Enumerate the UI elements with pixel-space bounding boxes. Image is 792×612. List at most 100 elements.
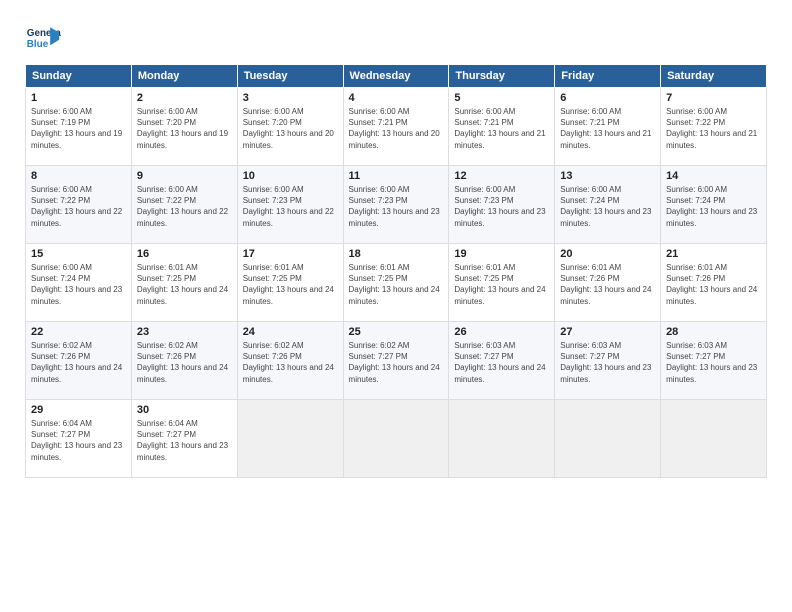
calendar-cell <box>449 400 555 478</box>
day-number: 28 <box>666 326 761 338</box>
day-info: Sunrise: 6:04 AMSunset: 7:27 PMDaylight:… <box>137 419 228 462</box>
day-info: Sunrise: 6:00 AMSunset: 7:19 PMDaylight:… <box>31 107 122 150</box>
day-info: Sunrise: 6:01 AMSunset: 7:25 PMDaylight:… <box>454 263 545 306</box>
calendar-cell: 21 Sunrise: 6:01 AMSunset: 7:26 PMDaylig… <box>661 244 767 322</box>
day-info: Sunrise: 6:00 AMSunset: 7:24 PMDaylight:… <box>31 263 122 306</box>
day-info: Sunrise: 6:00 AMSunset: 7:21 PMDaylight:… <box>349 107 440 150</box>
calendar-cell: 12 Sunrise: 6:00 AMSunset: 7:23 PMDaylig… <box>449 166 555 244</box>
calendar-cell: 4 Sunrise: 6:00 AMSunset: 7:21 PMDayligh… <box>343 88 449 166</box>
day-number: 24 <box>243 326 338 338</box>
day-number: 26 <box>454 326 549 338</box>
day-number: 22 <box>31 326 126 338</box>
calendar-cell: 11 Sunrise: 6:00 AMSunset: 7:23 PMDaylig… <box>343 166 449 244</box>
day-number: 17 <box>243 248 338 260</box>
day-number: 7 <box>666 92 761 104</box>
weekday-sunday: Sunday <box>26 65 132 88</box>
weekday-thursday: Thursday <box>449 65 555 88</box>
weekday-tuesday: Tuesday <box>237 65 343 88</box>
calendar-cell: 9 Sunrise: 6:00 AMSunset: 7:22 PMDayligh… <box>131 166 237 244</box>
calendar-cell <box>343 400 449 478</box>
day-number: 9 <box>137 170 232 182</box>
day-number: 25 <box>349 326 444 338</box>
day-info: Sunrise: 6:00 AMSunset: 7:20 PMDaylight:… <box>137 107 228 150</box>
calendar-cell: 14 Sunrise: 6:00 AMSunset: 7:24 PMDaylig… <box>661 166 767 244</box>
calendar-cell: 23 Sunrise: 6:02 AMSunset: 7:26 PMDaylig… <box>131 322 237 400</box>
day-info: Sunrise: 6:03 AMSunset: 7:27 PMDaylight:… <box>454 341 545 384</box>
day-number: 2 <box>137 92 232 104</box>
day-number: 12 <box>454 170 549 182</box>
header: General Blue <box>25 20 767 56</box>
day-info: Sunrise: 6:00 AMSunset: 7:23 PMDaylight:… <box>454 185 545 228</box>
calendar-cell: 20 Sunrise: 6:01 AMSunset: 7:26 PMDaylig… <box>555 244 661 322</box>
day-info: Sunrise: 6:01 AMSunset: 7:26 PMDaylight:… <box>666 263 757 306</box>
calendar-cell: 16 Sunrise: 6:01 AMSunset: 7:25 PMDaylig… <box>131 244 237 322</box>
day-number: 8 <box>31 170 126 182</box>
logo: General Blue <box>25 20 65 56</box>
day-info: Sunrise: 6:02 AMSunset: 7:26 PMDaylight:… <box>31 341 122 384</box>
day-info: Sunrise: 6:04 AMSunset: 7:27 PMDaylight:… <box>31 419 122 462</box>
day-number: 11 <box>349 170 444 182</box>
day-number: 3 <box>243 92 338 104</box>
day-number: 1 <box>31 92 126 104</box>
svg-text:Blue: Blue <box>27 39 49 50</box>
weekday-friday: Friday <box>555 65 661 88</box>
day-number: 27 <box>560 326 655 338</box>
day-info: Sunrise: 6:01 AMSunset: 7:25 PMDaylight:… <box>137 263 228 306</box>
calendar-cell: 28 Sunrise: 6:03 AMSunset: 7:27 PMDaylig… <box>661 322 767 400</box>
calendar-cell: 18 Sunrise: 6:01 AMSunset: 7:25 PMDaylig… <box>343 244 449 322</box>
day-info: Sunrise: 6:02 AMSunset: 7:27 PMDaylight:… <box>349 341 440 384</box>
calendar-cell <box>237 400 343 478</box>
weekday-header-row: SundayMondayTuesdayWednesdayThursdayFrid… <box>26 65 767 88</box>
day-info: Sunrise: 6:00 AMSunset: 7:22 PMDaylight:… <box>666 107 757 150</box>
calendar-cell <box>661 400 767 478</box>
day-info: Sunrise: 6:00 AMSunset: 7:22 PMDaylight:… <box>31 185 122 228</box>
calendar-cell: 24 Sunrise: 6:02 AMSunset: 7:26 PMDaylig… <box>237 322 343 400</box>
day-info: Sunrise: 6:02 AMSunset: 7:26 PMDaylight:… <box>137 341 228 384</box>
calendar-table: SundayMondayTuesdayWednesdayThursdayFrid… <box>25 64 767 478</box>
calendar-cell: 8 Sunrise: 6:00 AMSunset: 7:22 PMDayligh… <box>26 166 132 244</box>
day-number: 15 <box>31 248 126 260</box>
calendar-cell: 26 Sunrise: 6:03 AMSunset: 7:27 PMDaylig… <box>449 322 555 400</box>
day-number: 10 <box>243 170 338 182</box>
day-number: 21 <box>666 248 761 260</box>
day-number: 6 <box>560 92 655 104</box>
calendar-cell: 1 Sunrise: 6:00 AMSunset: 7:19 PMDayligh… <box>26 88 132 166</box>
day-info: Sunrise: 6:00 AMSunset: 7:23 PMDaylight:… <box>243 185 334 228</box>
day-number: 5 <box>454 92 549 104</box>
calendar-cell: 25 Sunrise: 6:02 AMSunset: 7:27 PMDaylig… <box>343 322 449 400</box>
weekday-wednesday: Wednesday <box>343 65 449 88</box>
weekday-saturday: Saturday <box>661 65 767 88</box>
calendar-cell: 2 Sunrise: 6:00 AMSunset: 7:20 PMDayligh… <box>131 88 237 166</box>
calendar-cell <box>555 400 661 478</box>
calendar-week-row: 8 Sunrise: 6:00 AMSunset: 7:22 PMDayligh… <box>26 166 767 244</box>
calendar-cell: 5 Sunrise: 6:00 AMSunset: 7:21 PMDayligh… <box>449 88 555 166</box>
calendar-week-row: 29 Sunrise: 6:04 AMSunset: 7:27 PMDaylig… <box>26 400 767 478</box>
calendar-week-row: 15 Sunrise: 6:00 AMSunset: 7:24 PMDaylig… <box>26 244 767 322</box>
day-info: Sunrise: 6:02 AMSunset: 7:26 PMDaylight:… <box>243 341 334 384</box>
calendar-cell: 27 Sunrise: 6:03 AMSunset: 7:27 PMDaylig… <box>555 322 661 400</box>
calendar-cell: 6 Sunrise: 6:00 AMSunset: 7:21 PMDayligh… <box>555 88 661 166</box>
day-info: Sunrise: 6:00 AMSunset: 7:21 PMDaylight:… <box>454 107 545 150</box>
calendar-cell: 19 Sunrise: 6:01 AMSunset: 7:25 PMDaylig… <box>449 244 555 322</box>
calendar-cell: 29 Sunrise: 6:04 AMSunset: 7:27 PMDaylig… <box>26 400 132 478</box>
day-number: 30 <box>137 404 232 416</box>
calendar-cell: 7 Sunrise: 6:00 AMSunset: 7:22 PMDayligh… <box>661 88 767 166</box>
day-info: Sunrise: 6:01 AMSunset: 7:25 PMDaylight:… <box>349 263 440 306</box>
page: General Blue SundayMondayTuesdayWednesda… <box>0 0 792 612</box>
day-number: 13 <box>560 170 655 182</box>
calendar-cell: 10 Sunrise: 6:00 AMSunset: 7:23 PMDaylig… <box>237 166 343 244</box>
day-number: 4 <box>349 92 444 104</box>
day-number: 14 <box>666 170 761 182</box>
logo-icon: General Blue <box>25 20 61 56</box>
day-info: Sunrise: 6:00 AMSunset: 7:21 PMDaylight:… <box>560 107 651 150</box>
day-info: Sunrise: 6:00 AMSunset: 7:24 PMDaylight:… <box>560 185 651 228</box>
day-number: 20 <box>560 248 655 260</box>
day-info: Sunrise: 6:00 AMSunset: 7:22 PMDaylight:… <box>137 185 228 228</box>
day-number: 29 <box>31 404 126 416</box>
calendar-week-row: 1 Sunrise: 6:00 AMSunset: 7:19 PMDayligh… <box>26 88 767 166</box>
calendar-cell: 22 Sunrise: 6:02 AMSunset: 7:26 PMDaylig… <box>26 322 132 400</box>
day-number: 18 <box>349 248 444 260</box>
day-info: Sunrise: 6:01 AMSunset: 7:26 PMDaylight:… <box>560 263 651 306</box>
weekday-monday: Monday <box>131 65 237 88</box>
day-info: Sunrise: 6:03 AMSunset: 7:27 PMDaylight:… <box>560 341 651 384</box>
